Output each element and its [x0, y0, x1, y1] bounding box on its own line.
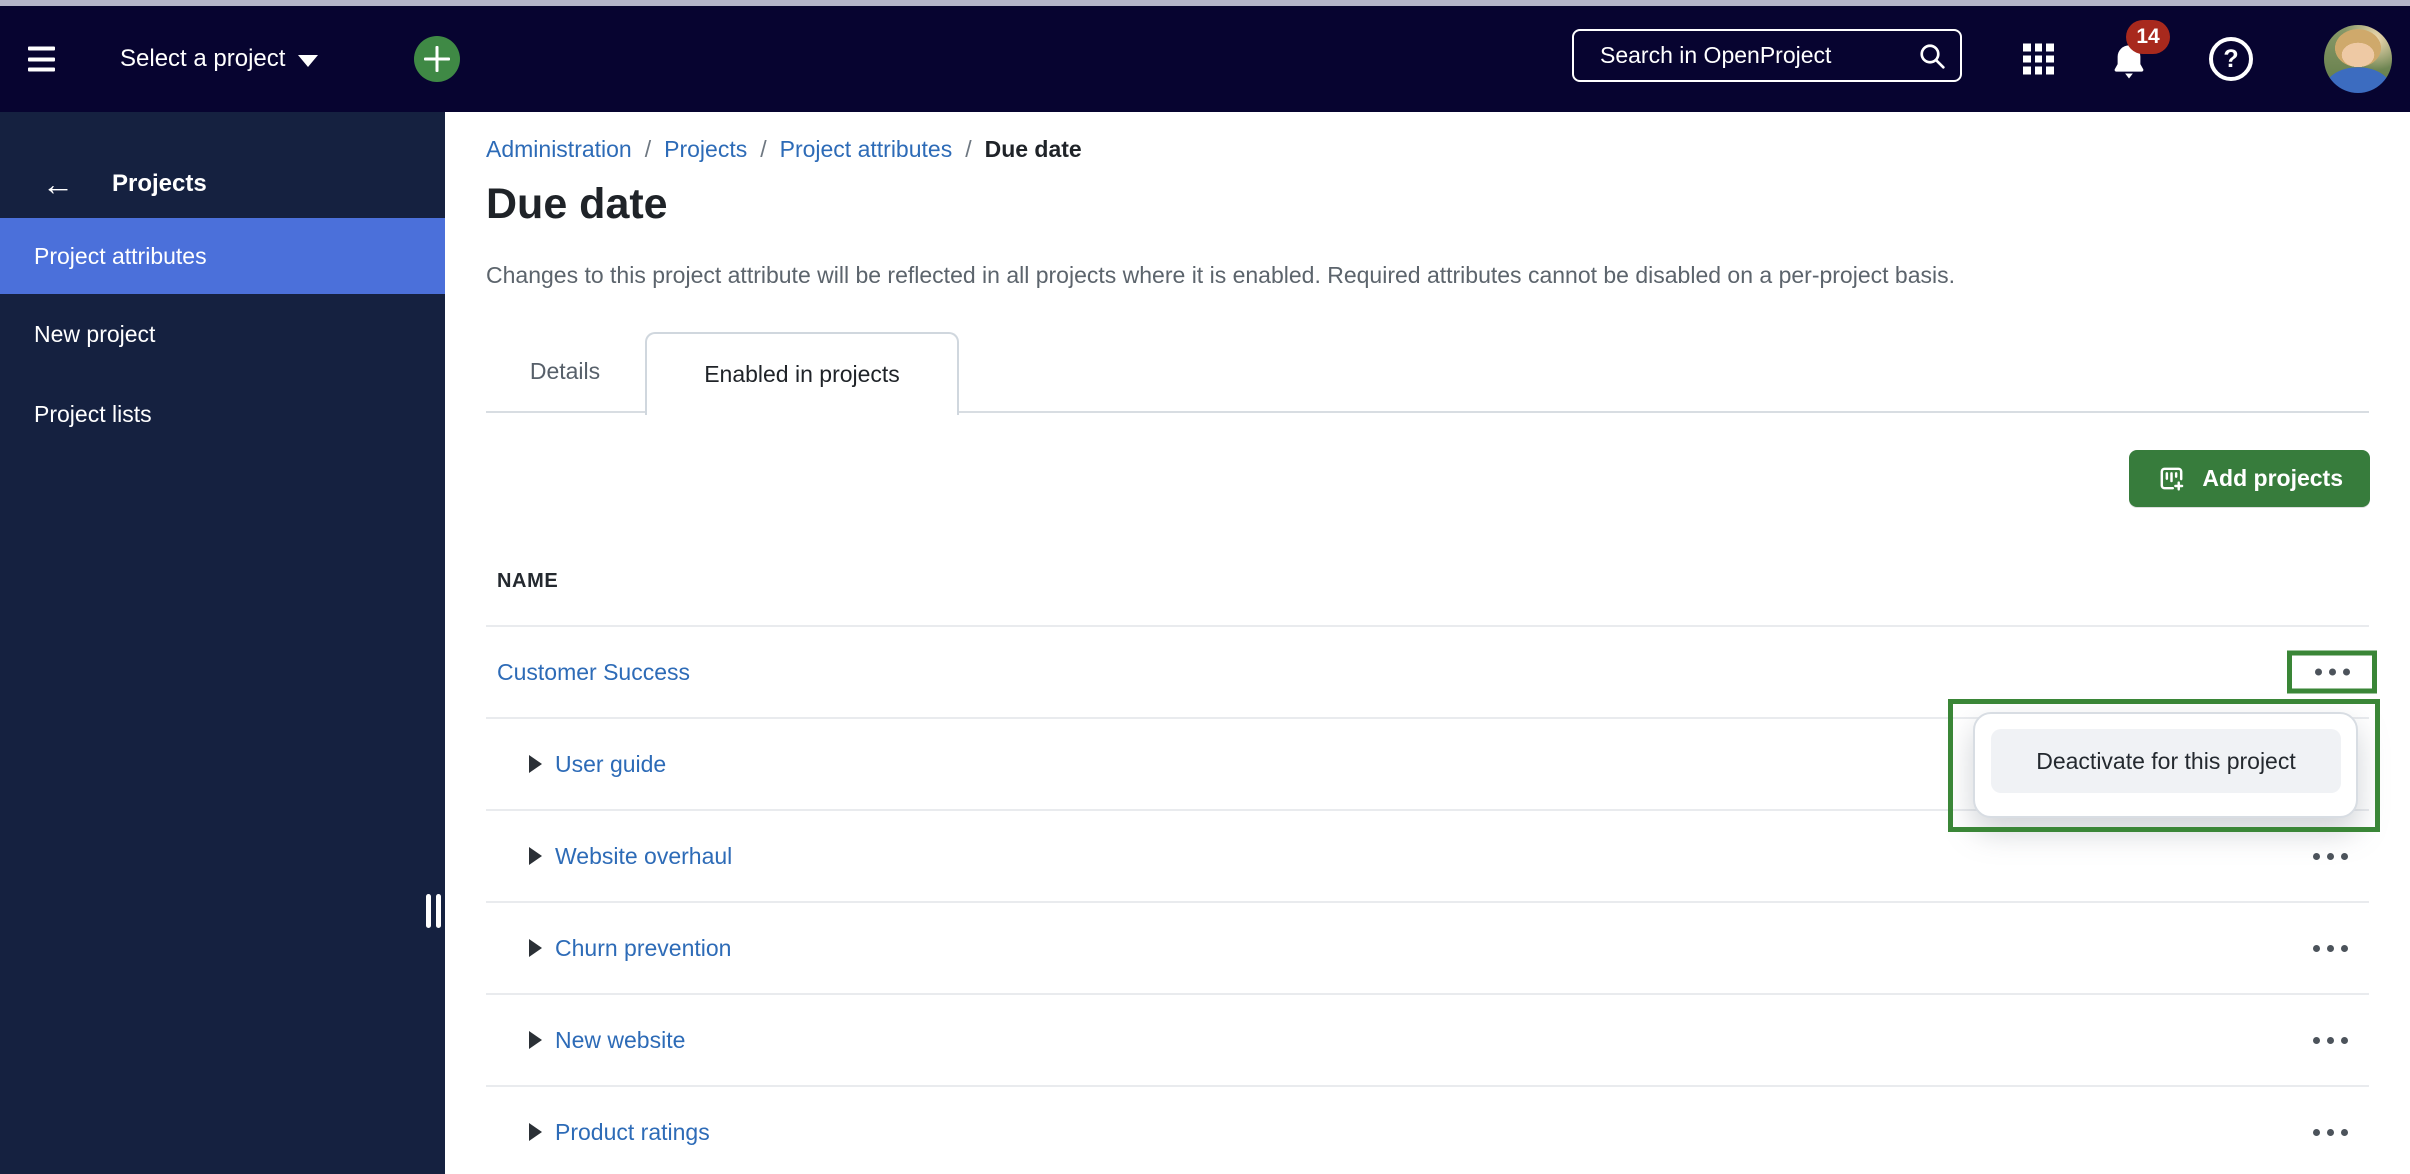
tab-enabled-in-projects[interactable]: Enabled in projects [645, 332, 959, 415]
back-arrow-icon[interactable]: ← [42, 168, 74, 200]
select-project-label: Select a project [120, 45, 286, 72]
row-more-menu-button[interactable] [2287, 650, 2377, 694]
sidebar-item-label: New project [34, 320, 156, 347]
expand-arrow-icon[interactable] [529, 939, 542, 957]
add-project-board-icon [2161, 467, 2184, 491]
sidebar-resize-handle[interactable] [426, 894, 441, 928]
breadcrumb-separator: / [644, 136, 652, 162]
breadcrumb: Administration / Projects / Project attr… [486, 136, 1082, 163]
expand-arrow-icon[interactable] [529, 847, 542, 865]
page-description: Changes to this project attribute will b… [486, 262, 1955, 288]
select-project-dropdown[interactable]: Select a project [120, 45, 319, 73]
notifications-button[interactable]: 14 [2104, 20, 2170, 84]
sidebar-item-project-attributes[interactable]: Project attributes [0, 218, 445, 294]
row-more-menu-button[interactable] [2294, 1112, 2366, 1152]
expand-arrow-icon[interactable] [529, 1031, 542, 1049]
add-projects-label: Add projects [2202, 465, 2343, 491]
search-input[interactable] [1574, 31, 1960, 80]
question-mark-icon: ? [2223, 44, 2239, 73]
breadcrumb-separator: / [965, 136, 972, 162]
breadcrumb-link-administration[interactable]: Administration [486, 136, 632, 163]
project-link[interactable]: Product ratings [555, 1119, 710, 1146]
user-avatar[interactable] [2324, 25, 2392, 93]
help-button[interactable]: ? [2209, 37, 2253, 81]
projects-table: Customer Success User guide Website over… [486, 627, 2377, 1174]
table-row-new-website: New website [486, 995, 2369, 1087]
topbar: Select a project 14 ? [0, 6, 2410, 112]
menu-item-deactivate-for-this-project[interactable]: Deactivate for this project [1991, 729, 2341, 793]
table-row-product-ratings: Product ratings [486, 1087, 2369, 1174]
breadcrumb-link-projects[interactable]: Projects [664, 136, 747, 163]
row-context-menu: Deactivate for this project [1973, 712, 2358, 818]
row-more-menu-button[interactable] [2294, 928, 2366, 968]
breadcrumb-current: Due date [984, 136, 1082, 162]
sidebar-item-label: Project lists [34, 400, 152, 427]
global-add-button[interactable] [414, 36, 460, 82]
row-more-menu-button[interactable] [2294, 836, 2366, 876]
table-row-churn-prevention: Churn prevention [486, 903, 2369, 995]
sidebar: ← Projects Project attributes New projec… [0, 112, 445, 1174]
project-link[interactable]: New website [555, 1027, 685, 1054]
global-search [1572, 29, 1962, 82]
sidebar-title: Projects [112, 170, 207, 197]
breadcrumb-separator: / [760, 136, 767, 162]
apps-grid-icon[interactable] [2023, 43, 2054, 75]
openproject-app: Select a project 14 ? [0, 0, 2410, 1174]
hamburger-menu-icon[interactable] [28, 46, 55, 72]
table-row-customer-success: Customer Success [486, 627, 2377, 719]
sidebar-item-label: Project attributes [34, 242, 207, 269]
project-link[interactable]: User guide [555, 751, 666, 778]
row-more-menu-button[interactable] [2294, 1020, 2366, 1060]
caret-down-icon [298, 54, 319, 67]
expand-arrow-icon[interactable] [529, 1123, 542, 1141]
project-link[interactable]: Website overhaul [555, 843, 732, 870]
project-link[interactable]: Customer Success [497, 659, 690, 686]
notification-count-badge: 14 [2126, 20, 2170, 54]
expand-arrow-icon[interactable] [529, 755, 542, 773]
table-row-website-overhaul: Website overhaul [486, 811, 2369, 903]
sidebar-item-project-lists[interactable]: Project lists [0, 374, 445, 454]
add-projects-button[interactable]: Add projects [2129, 450, 2370, 507]
breadcrumb-link-project-attributes[interactable]: Project attributes [780, 136, 953, 163]
sidebar-item-new-project[interactable]: New project [0, 294, 445, 374]
search-icon[interactable] [1916, 40, 1948, 72]
column-header-name: NAME [497, 570, 559, 592]
tab-details[interactable]: Details [486, 332, 644, 411]
page-title: Due date [486, 180, 668, 228]
main-content: Administration / Projects / Project attr… [445, 112, 2410, 1174]
project-link[interactable]: Churn prevention [555, 935, 731, 962]
